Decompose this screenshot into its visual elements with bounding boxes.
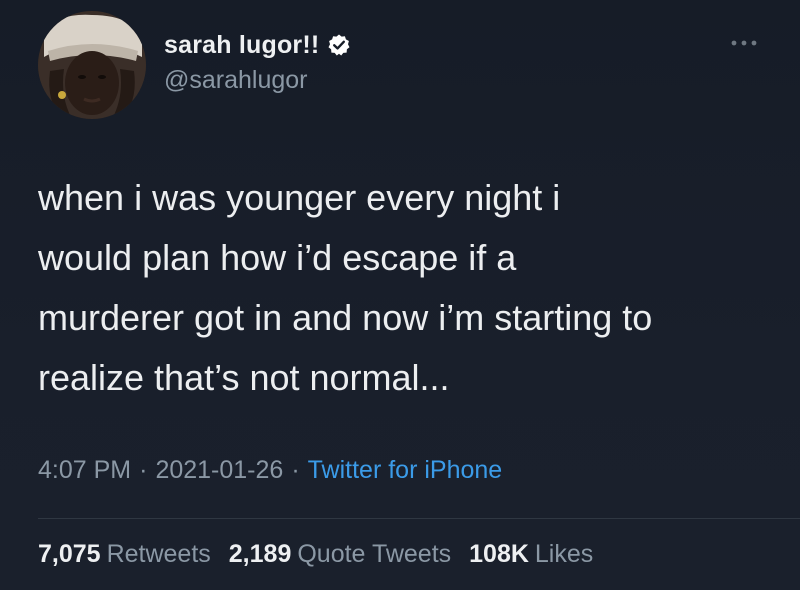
- tweet-source-link[interactable]: Twitter for iPhone: [308, 456, 503, 485]
- tweet-text: when i was younger every night i would p…: [38, 177, 653, 398]
- retweets-count: 7,075: [38, 540, 101, 568]
- retweets-stat[interactable]: 7,075 Retweets: [38, 540, 211, 569]
- likes-label: Likes: [534, 540, 594, 568]
- more-horizontal-icon[interactable]: [730, 36, 758, 48]
- author-name-row[interactable]: sarah lugor!!: [164, 30, 351, 60]
- quote-tweets-count: 2,189: [228, 540, 292, 568]
- likes-stat[interactable]: 108K Likes: [469, 540, 593, 569]
- tweet-stats: 7,075 Retweets 2,189 Quote Tweets 108K Like…: [38, 540, 611, 569]
- verified-badge-icon: [327, 33, 351, 57]
- meta-separator: ·: [139, 456, 148, 484]
- quote-tweets-stat[interactable]: 2,189 Quote Tweets: [229, 540, 451, 569]
- tweet-time[interactable]: 4:07 PM: [38, 456, 131, 485]
- author-handle[interactable]: @sarahlugor: [164, 66, 308, 95]
- tweet-meta: 4:07 PM · 2021-01-26 · Twitter for iPhon…: [38, 456, 502, 485]
- likes-count: 108K: [469, 540, 529, 568]
- retweets-label: Retweets: [106, 540, 211, 568]
- tweet-card: sarah lugor!! @sarahlugor when i was you…: [0, 0, 800, 590]
- avatar[interactable]: [38, 11, 146, 119]
- meta-separator: ·: [291, 456, 300, 484]
- tweet-date[interactable]: 2021-01-26: [155, 456, 283, 485]
- quote-tweets-label: Quote Tweets: [297, 540, 452, 568]
- profile-photo-icon: [38, 11, 146, 119]
- divider: [38, 518, 800, 519]
- display-name[interactable]: sarah lugor!!: [164, 31, 319, 60]
